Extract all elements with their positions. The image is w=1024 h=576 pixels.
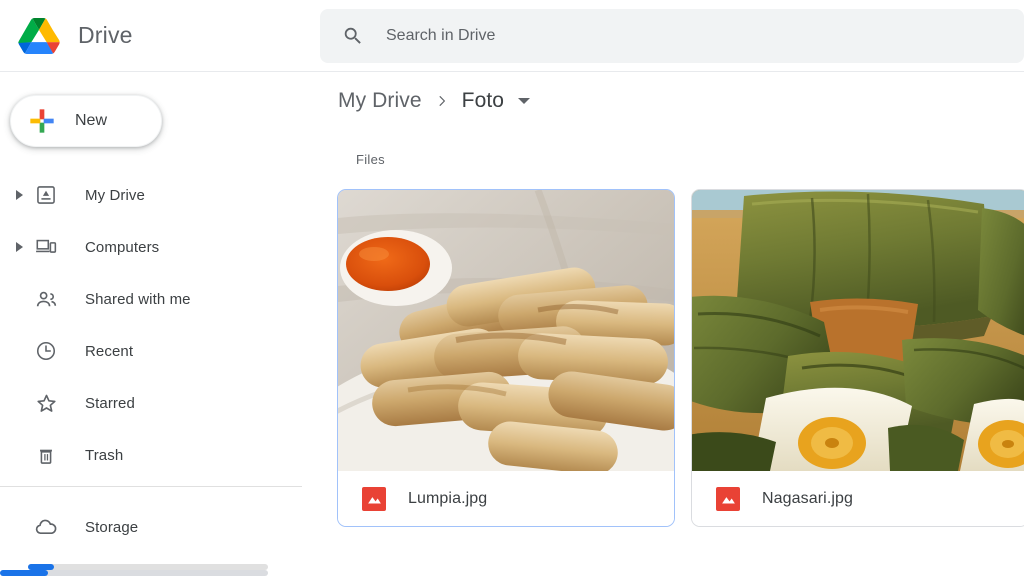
sidebar-item-label: My Drive	[85, 186, 145, 204]
plus-icon	[27, 106, 57, 136]
trash-icon	[34, 443, 58, 467]
google-drive-logo-icon	[18, 17, 60, 55]
computers-icon	[34, 235, 58, 259]
sidebar-nav: My Drive Computers Shared with me Recent…	[0, 169, 320, 553]
file-thumbnail	[338, 190, 674, 471]
file-card-lumpia[interactable]: Lumpia.jpg	[337, 189, 675, 527]
sidebar-divider	[0, 486, 302, 487]
new-button[interactable]: New	[10, 95, 162, 147]
sidebar-item-storage[interactable]: Storage	[0, 501, 320, 553]
expand-my-drive-icon[interactable]	[4, 190, 34, 200]
shared-with-me-icon	[34, 287, 58, 311]
breadcrumb-root[interactable]: My Drive	[338, 89, 422, 113]
image-file-icon	[362, 486, 386, 511]
drive-app: Drive New	[0, 0, 1024, 576]
sidebar: New My Drive Computers Shared with me Re…	[0, 72, 320, 576]
file-thumbnail	[692, 190, 1024, 471]
image-file-icon	[716, 486, 740, 511]
search-bar[interactable]	[320, 8, 1024, 63]
file-card-footer: Lumpia.jpg	[338, 471, 674, 526]
chevron-right-icon	[434, 93, 450, 109]
section-title-files: Files	[356, 152, 385, 167]
clock-icon	[34, 339, 58, 363]
sidebar-item-computers[interactable]: Computers	[0, 221, 320, 273]
brand-name: Drive	[78, 22, 133, 48]
horizontal-scrollbar[interactable]	[0, 570, 268, 576]
file-name: Lumpia.jpg	[408, 489, 488, 507]
file-grid: Lumpia.jpg Nagasari.jpg	[320, 167, 1024, 527]
sidebar-item-label: Recent	[85, 342, 134, 360]
sidebar-item-label: Computers	[85, 238, 160, 256]
sidebar-item-label: Starred	[85, 394, 135, 412]
breadcrumb-current[interactable]: Foto	[462, 89, 504, 113]
file-name: Nagasari.jpg	[762, 489, 854, 507]
expand-computers-icon[interactable]	[4, 242, 34, 252]
app-header: Drive	[0, 0, 1024, 72]
scrollbar-thumb[interactable]	[0, 570, 48, 576]
my-drive-icon	[34, 183, 58, 207]
sidebar-item-label: Trash	[85, 446, 124, 464]
storage-label: Storage	[85, 518, 139, 536]
brand[interactable]: Drive	[0, 17, 320, 55]
main-content: My Drive Foto Files Lumpia.jpg Nagasari.…	[320, 72, 1024, 576]
search-area	[320, 0, 1024, 71]
search-icon	[342, 25, 364, 47]
sidebar-item-recent[interactable]: Recent	[0, 325, 320, 377]
star-icon	[34, 391, 58, 415]
new-button-label: New	[75, 112, 108, 129]
sidebar-item-shared-with-me[interactable]: Shared with me	[0, 273, 320, 325]
chevron-down-icon[interactable]	[518, 98, 531, 104]
breadcrumb: My Drive Foto	[320, 72, 1024, 130]
file-card-nagasari[interactable]: Nagasari.jpg	[691, 189, 1024, 527]
sidebar-item-starred[interactable]: Starred	[0, 377, 320, 429]
file-card-footer: Nagasari.jpg	[692, 471, 1024, 526]
search-input[interactable]	[386, 26, 932, 45]
sidebar-item-my-drive[interactable]: My Drive	[0, 169, 320, 221]
sidebar-item-label: Shared with me	[85, 290, 191, 308]
sidebar-item-trash[interactable]: Trash	[0, 429, 320, 481]
cloud-icon	[34, 515, 58, 539]
